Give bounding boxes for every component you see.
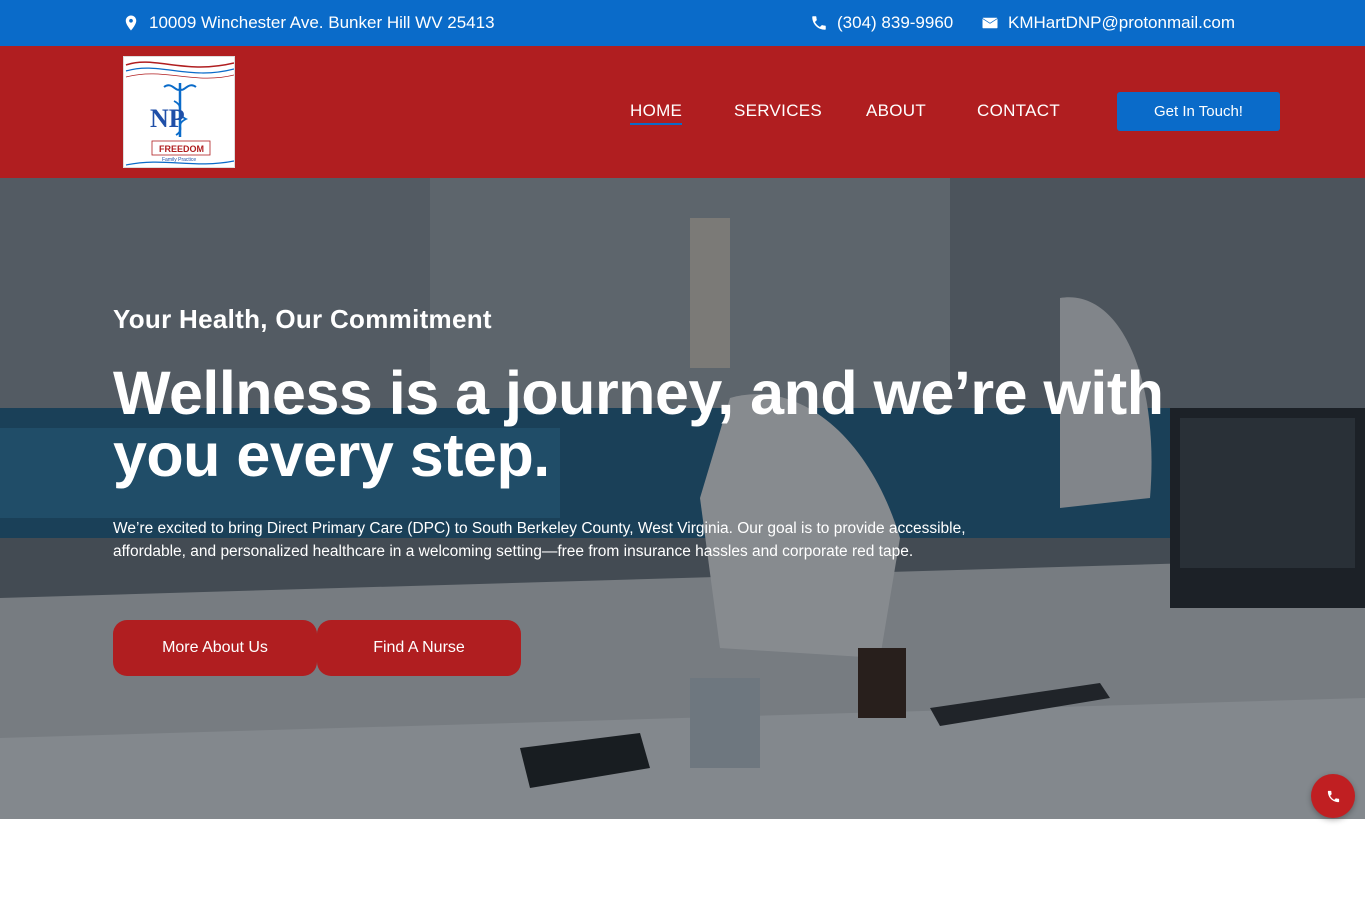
hero-description: We’re excited to bring Direct Primary Ca…: [113, 520, 966, 560]
find-a-nurse-button[interactable]: Find A Nurse: [317, 620, 521, 676]
phone-text[interactable]: (304) 839-9960: [837, 13, 953, 33]
hero-overlay: [0, 178, 1365, 819]
nav-home[interactable]: HOME: [630, 101, 683, 125]
svg-text:FREEDOM: FREEDOM: [159, 144, 204, 154]
phone-icon: [1327, 790, 1339, 802]
phone-link[interactable]: (304) 839-9960: [810, 0, 953, 46]
get-in-touch-button[interactable]: Get In Touch!: [1117, 92, 1280, 131]
hero-section: Your Health, Our Commitment Wellness is …: [0, 178, 1365, 819]
nav-services[interactable]: SERVICES: [734, 101, 822, 121]
phone-icon: [812, 16, 826, 30]
nav-about[interactable]: ABOUT: [866, 101, 926, 121]
hero-subtitle: Your Health, Our Commitment: [113, 304, 492, 334]
map-pin-icon: [125, 15, 137, 31]
site-header: NP FREEDOM Family Practice HOME SERVICES…: [0, 46, 1365, 178]
address-info: 10009 Winchester Ave. Bunker Hill WV 254…: [122, 0, 495, 46]
site-logo[interactable]: NP FREEDOM Family Practice: [123, 56, 235, 168]
email-text[interactable]: KMHartDNP@protonmail.com: [1008, 13, 1235, 33]
more-about-us-button[interactable]: More About Us: [113, 620, 317, 676]
nav-contact[interactable]: CONTACT: [977, 101, 1060, 121]
email-link[interactable]: KMHartDNP@protonmail.com: [981, 0, 1235, 46]
hero-headline: Wellness is a journey, and we’re with yo…: [113, 359, 1164, 489]
top-info-bar: 10009 Winchester Ave. Bunker Hill WV 254…: [0, 0, 1365, 46]
envelope-icon: [982, 17, 998, 29]
floating-call-button[interactable]: [1311, 774, 1355, 818]
svg-text:NP: NP: [150, 104, 185, 133]
address-text: 10009 Winchester Ave. Bunker Hill WV 254…: [149, 13, 495, 32]
